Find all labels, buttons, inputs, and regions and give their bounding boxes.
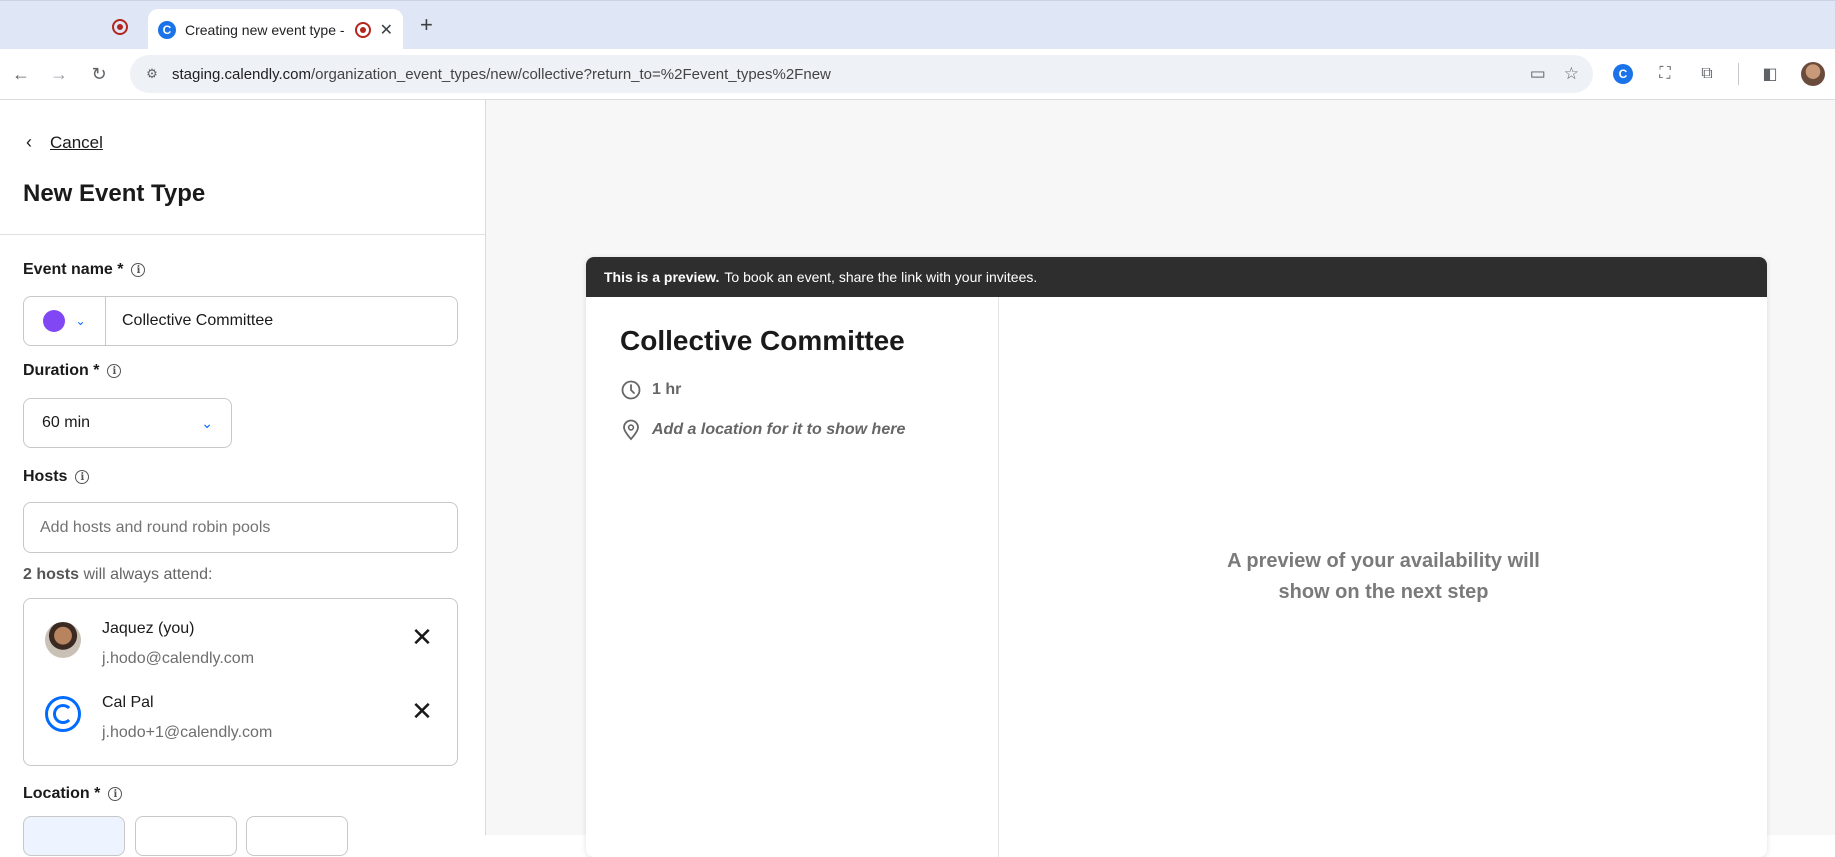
forward-arrow-icon[interactable]: → [46, 61, 72, 87]
chevron-down-icon: ⌄ [75, 314, 86, 328]
info-icon[interactable]: i [108, 787, 123, 801]
location-option-button[interactable] [23, 816, 125, 856]
duration-detail: 1 hr [620, 379, 681, 401]
location-pin-icon [620, 419, 642, 441]
clock-icon [620, 379, 642, 401]
site-settings-icon[interactable]: ⚙ [142, 64, 162, 84]
chevron-down-icon: ⌄ [201, 414, 213, 431]
divider [0, 234, 485, 235]
host-row: Jaquez (you) j.hodo@calendly.com ✕ [24, 604, 457, 674]
camera-icon[interactable]: ▭ [1530, 64, 1546, 84]
hosts-label: Hosts i [23, 468, 90, 486]
event-color-picker[interactable]: ⌄ [24, 297, 106, 345]
preview-banner: This is a preview. To book an event, sha… [586, 257, 1767, 297]
bookmark-star-icon[interactable]: ☆ [1564, 64, 1579, 84]
calendly-extension-icon[interactable]: C [1612, 63, 1634, 85]
avatar [45, 622, 81, 658]
calendly-logo-avatar [45, 696, 81, 732]
extensions-puzzle-icon[interactable]: ⧉ [1696, 63, 1718, 85]
info-icon[interactable]: i [107, 364, 122, 378]
event-name-label: Event name * i [23, 261, 146, 279]
location-detail: Add a location for it to show here [620, 419, 905, 441]
hosts-search-input[interactable] [23, 502, 458, 553]
duration-select[interactable]: 60 min ⌄ [23, 398, 232, 448]
duration-value: 60 min [42, 414, 91, 431]
event-name-input[interactable] [106, 312, 446, 330]
tab-creating-event-type[interactable]: C Creating new event type - ✕ [148, 9, 403, 50]
toolbar-divider [1738, 63, 1739, 85]
hosts-attend-note: 2 hosts will always attend: [23, 566, 213, 583]
event-name-field: ⌄ [23, 296, 458, 346]
page-title: New Event Type [23, 180, 206, 207]
host-name: Jaquez (you) [102, 620, 195, 637]
preview-event-title: Collective Committee [620, 325, 905, 356]
back-arrow-icon[interactable]: ← [8, 61, 34, 87]
recording-icon [354, 21, 371, 38]
profile-avatar[interactable] [1801, 62, 1825, 86]
chevron-left-icon: ‹ [26, 132, 32, 152]
booking-preview-card: This is a preview. To book an event, sha… [586, 257, 1767, 857]
new-tab-button[interactable]: + [420, 14, 433, 36]
recording-icon [112, 19, 128, 35]
tab-recording[interactable] [100, 13, 140, 41]
cancel-link[interactable]: ‹ Cancel [26, 132, 103, 153]
calendly-favicon-icon: C [158, 20, 176, 39]
location-label: Location * i [23, 785, 123, 803]
availability-message: A preview of your availability will show… [1227, 550, 1540, 603]
host-row: Cal Pal j.hodo+1@calendly.com ✕ [24, 678, 457, 748]
event-details-column: Collective Committee 1 hr Add a location… [586, 297, 999, 857]
screenshot-icon[interactable]: ⛶ [1654, 63, 1676, 85]
host-email: j.hodo@calendly.com [102, 650, 255, 667]
tab-close-icon[interactable]: ✕ [380, 20, 393, 40]
availability-placeholder: A preview of your availability will show… [1000, 297, 1767, 857]
tab-title: Creating new event type - [185, 21, 345, 38]
address-bar[interactable]: ⚙ staging.calendly.com/organization_even… [130, 55, 1593, 93]
browser-tabstrip: C Creating new event type - ✕ + [0, 0, 1835, 50]
side-panel-icon[interactable]: ◧ [1759, 63, 1781, 85]
reload-icon[interactable]: ↻ [86, 61, 112, 87]
location-option-button[interactable] [246, 816, 348, 856]
url-text: staging.calendly.com/organization_event_… [172, 65, 831, 83]
color-swatch [43, 310, 66, 332]
event-type-form-panel: ‹ Cancel New Event Type Event name * i ⌄… [0, 100, 486, 856]
browser-toolbar: ← → ↻ ⚙ staging.calendly.com/organizatio… [0, 49, 1835, 100]
location-option-button[interactable] [135, 816, 237, 856]
info-icon[interactable]: i [75, 470, 90, 484]
info-icon[interactable]: i [131, 263, 146, 277]
remove-host-close-icon[interactable]: ✕ [409, 622, 435, 652]
host-email: j.hodo+1@calendly.com [102, 724, 273, 741]
remove-host-close-icon[interactable]: ✕ [409, 696, 435, 726]
preview-area: This is a preview. To book an event, sha… [486, 100, 1835, 857]
duration-label: Duration * i [23, 362, 122, 380]
hosts-list: Jaquez (you) j.hodo@calendly.com ✕ Cal P… [23, 598, 458, 766]
cancel-label[interactable]: Cancel [50, 133, 103, 153]
host-name: Cal Pal [102, 694, 154, 711]
